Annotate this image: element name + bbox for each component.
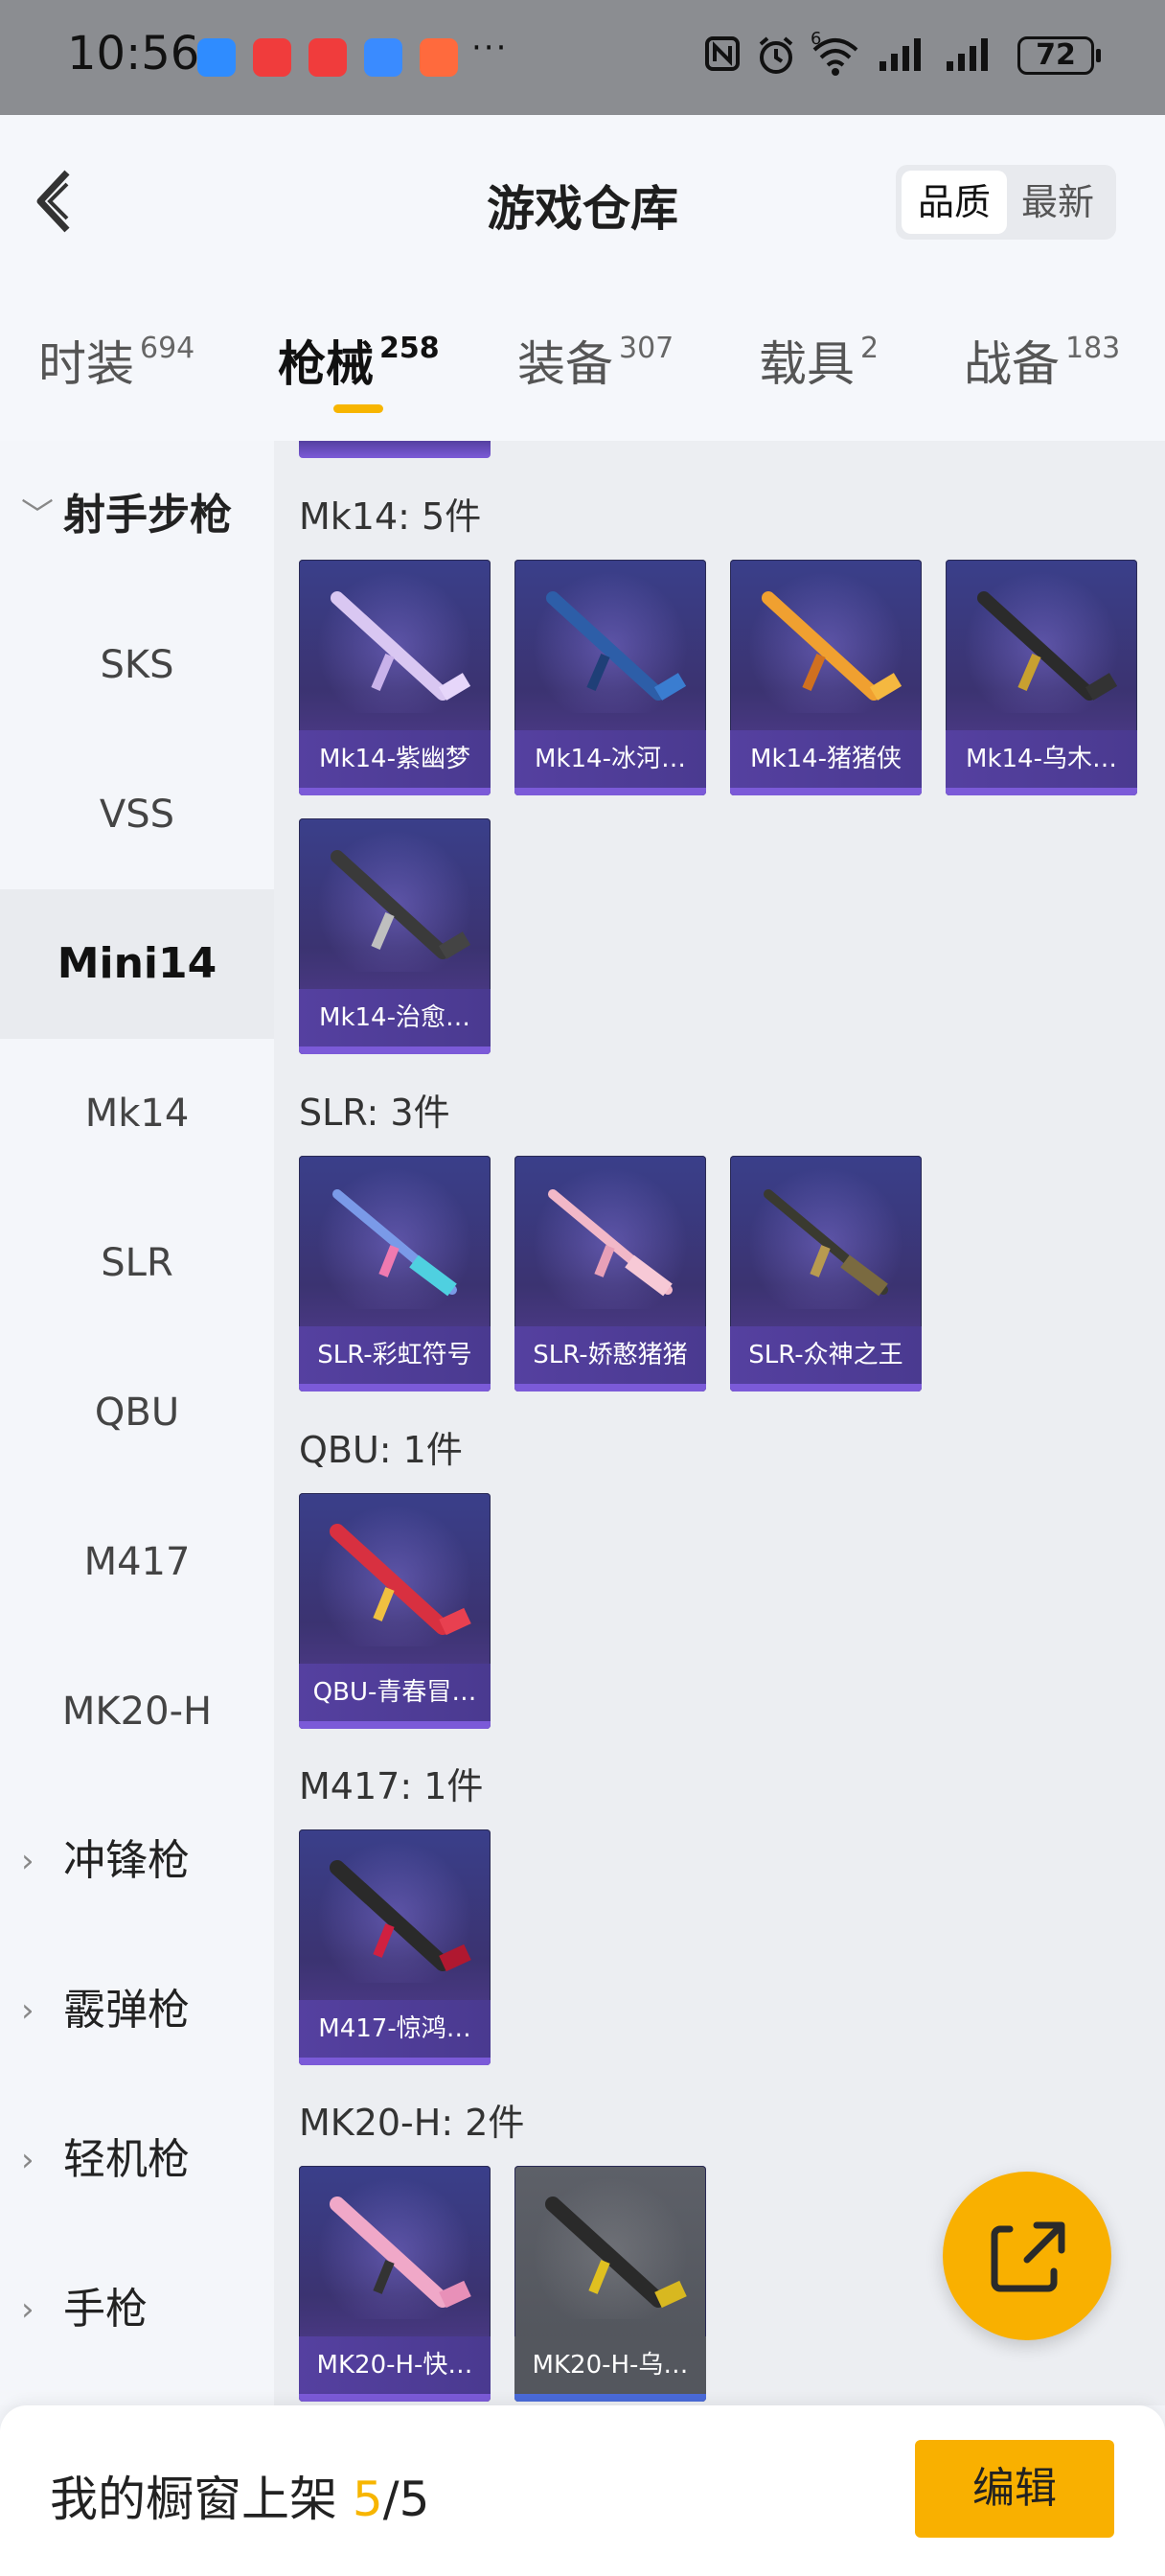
sidebar-item-slr[interactable]: SLR bbox=[0, 1188, 274, 1338]
rifle-skin-image bbox=[977, 591, 1118, 701]
sidebar-group-marksman-rifle[interactable]: ﹀ 射手步枪 bbox=[0, 441, 274, 590]
sidebar-group-lmg[interactable]: › 轻机枪 bbox=[0, 2085, 274, 2235]
showcase-status: 我的橱窗上架 5/5 bbox=[50, 2472, 430, 2527]
sidebar-item-mk20h[interactable]: MK20-H bbox=[0, 1637, 274, 1786]
rifle-skin-image bbox=[330, 1860, 471, 1972]
share-button[interactable] bbox=[943, 2172, 1111, 2340]
chevron-right-icon: › bbox=[21, 2141, 34, 2179]
sidebar-item-mk14[interactable]: Mk14 bbox=[0, 1039, 274, 1188]
chevron-right-icon: › bbox=[21, 1842, 34, 1880]
sidebar-group-shotgun[interactable]: › 霰弹枪 bbox=[0, 1936, 274, 2085]
sort-option-newest[interactable]: 最新 bbox=[1005, 171, 1110, 234]
sidebar-group-smg[interactable]: › 冲锋枪 bbox=[0, 1786, 274, 1936]
app-notification-icon bbox=[308, 38, 347, 77]
group-title-qbu: QBU: 1件 bbox=[299, 1429, 463, 1471]
app-notification-icon bbox=[253, 38, 291, 77]
nfc-icon bbox=[703, 34, 742, 81]
more-notifications-icon: ··· bbox=[471, 29, 509, 67]
status-time: 10:56 bbox=[67, 27, 200, 80]
item-card[interactable]: Mk14-紫幽梦 bbox=[299, 560, 491, 795]
active-tab-indicator bbox=[333, 404, 383, 413]
sidebar-item-qbu[interactable]: QBU bbox=[0, 1338, 274, 1487]
group-title-mk14: Mk14: 5件 bbox=[299, 495, 482, 538]
sidebar-item-sks[interactable]: SKS bbox=[0, 590, 274, 740]
rifle-skin-image bbox=[545, 2196, 687, 2309]
sidebar-item-vss[interactable]: VSS bbox=[0, 740, 274, 889]
chevron-down-icon: ﹀ bbox=[21, 496, 54, 535]
item-card[interactable]: M417-惊鸿… bbox=[299, 1829, 491, 2065]
group-title-mk20h: MK20-H: 2件 bbox=[299, 2102, 525, 2144]
edit-button[interactable]: 编辑 bbox=[915, 2440, 1114, 2538]
sidebar-item-m417[interactable]: M417 bbox=[0, 1487, 274, 1637]
item-card[interactable]: QBU-青春冒… bbox=[299, 1493, 491, 1729]
rifle-skin-image bbox=[762, 591, 902, 701]
app-notification-icon bbox=[197, 38, 236, 77]
app-notification-icon bbox=[364, 38, 402, 77]
rifle-skin-image bbox=[546, 591, 687, 701]
share-external-icon bbox=[991, 2221, 1065, 2292]
rifle-skin-image bbox=[330, 2196, 471, 2309]
alarm-icon bbox=[755, 34, 797, 85]
item-card[interactable]: Mk14-猪猪侠 bbox=[730, 560, 922, 795]
chevron-right-icon: › bbox=[21, 2290, 34, 2329]
signal-icon bbox=[945, 34, 994, 81]
rifle-skin-image bbox=[331, 850, 471, 959]
item-card[interactable]: MK20-H-乌… bbox=[514, 2166, 706, 2402]
rifle-skin-image bbox=[764, 1189, 888, 1297]
item-card[interactable]: Mk14-冰河… bbox=[514, 560, 706, 795]
tab-vehicles[interactable]: 载具 2 bbox=[759, 326, 879, 402]
item-card-partial[interactable] bbox=[299, 441, 491, 458]
rifle-skin-image bbox=[332, 1189, 457, 1297]
tab-equipment[interactable]: 装备 307 bbox=[517, 326, 674, 402]
app-notification-icon bbox=[420, 38, 458, 77]
signal-icon bbox=[878, 34, 927, 81]
item-card[interactable]: SLR-娇憨猪猪 bbox=[514, 1156, 706, 1392]
sort-segmented-control: 品质 最新 bbox=[896, 165, 1116, 240]
wifi-generation-label: 6 bbox=[811, 29, 822, 49]
rifle-skin-image bbox=[330, 1524, 471, 1636]
sidebar-item-mini14[interactable]: Mini14 bbox=[0, 889, 274, 1039]
chevron-right-icon: › bbox=[21, 1991, 34, 2030]
item-card[interactable]: MK20-H-快… bbox=[299, 2166, 491, 2402]
group-title-slr: SLR: 3件 bbox=[299, 1092, 450, 1134]
status-bar: 10:56 ··· 6 72 bbox=[0, 0, 1165, 115]
sort-option-quality[interactable]: 品质 bbox=[902, 171, 1007, 234]
item-card[interactable]: SLR-彩虹符号 bbox=[299, 1156, 491, 1392]
tab-fashion[interactable]: 时装 694 bbox=[38, 326, 194, 402]
rifle-skin-image bbox=[548, 1189, 673, 1297]
item-card[interactable]: Mk14-乌木… bbox=[946, 560, 1137, 795]
tab-combat-gear[interactable]: 战备 183 bbox=[964, 326, 1120, 402]
battery-indicator: 72 bbox=[1017, 36, 1101, 75]
rifle-skin-image bbox=[331, 591, 471, 701]
item-card[interactable]: SLR-众神之王 bbox=[730, 1156, 922, 1392]
item-card[interactable]: Mk14-治愈… bbox=[299, 818, 491, 1054]
tab-firearms[interactable]: 枪械 258 bbox=[278, 326, 440, 402]
sidebar-group-pistol[interactable]: › 手枪 bbox=[0, 2235, 274, 2384]
group-title-m417: M417: 1件 bbox=[299, 1765, 484, 1807]
